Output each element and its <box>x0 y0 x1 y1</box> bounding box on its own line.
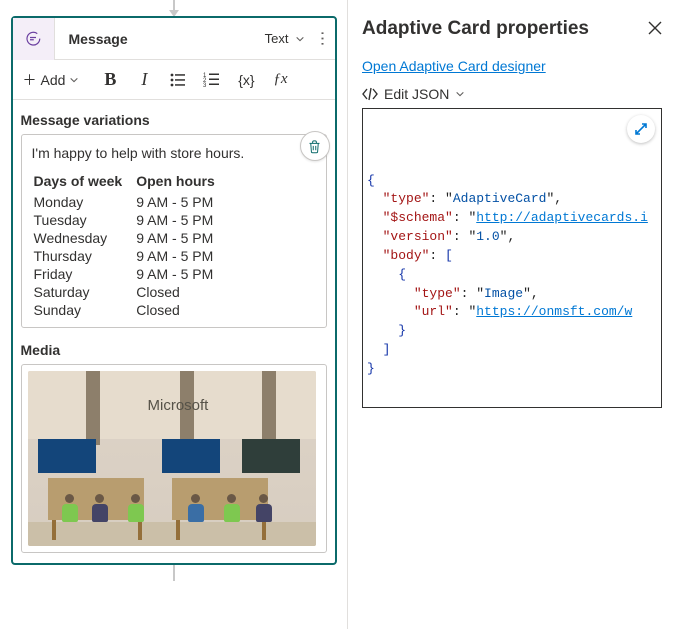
cell-day: Tuesday <box>32 211 135 229</box>
cell-hours: Closed <box>134 283 227 301</box>
flow-connector <box>173 565 175 581</box>
cell-day: Sunday <box>32 301 135 319</box>
table-row: Monday9 AM - 5 PM <box>32 193 227 211</box>
expand-icon <box>634 122 648 136</box>
cell-day: Friday <box>32 265 135 283</box>
more-menu-button[interactable]: ⋯ <box>311 29 335 49</box>
format-dropdown[interactable]: Text <box>265 31 311 46</box>
table-row: Wednesday9 AM - 5 PM <box>32 229 227 247</box>
col-day: Days of week <box>32 171 135 193</box>
italic-button[interactable]: I <box>127 64 161 96</box>
media-image: Microsoft <box>28 371 316 546</box>
svg-text:3: 3 <box>203 83 207 89</box>
cell-hours: 9 AM - 5 PM <box>134 265 227 283</box>
bold-button[interactable]: B <box>93 64 127 96</box>
flow-connector <box>173 0 175 10</box>
cell-hours: 9 AM - 5 PM <box>134 211 227 229</box>
code-icon <box>362 87 378 101</box>
bullet-list-icon <box>169 71 187 89</box>
cell-hours: 9 AM - 5 PM <box>134 229 227 247</box>
cell-day: Wednesday <box>32 229 135 247</box>
json-content: { "type": "AdaptiveCard", "$schema": "ht… <box>367 172 657 379</box>
card-title: Message <box>55 31 265 47</box>
message-card: Message Text ⋯ ＋ Add B I 123 {x} ƒx <box>11 16 337 565</box>
close-icon <box>648 21 662 35</box>
table-row: Tuesday9 AM - 5 PM <box>32 211 227 229</box>
hours-table: Days of week Open hours Monday9 AM - 5 P… <box>32 171 227 319</box>
delete-variation-button[interactable] <box>300 131 330 161</box>
properties-pane: Adaptive Card properties Open Adaptive C… <box>347 0 676 629</box>
variation-card[interactable]: I'm happy to help with store hours. Days… <box>21 134 327 328</box>
edit-json-label: Edit JSON <box>384 86 449 102</box>
table-row: SundayClosed <box>32 301 227 319</box>
col-hours: Open hours <box>134 171 227 193</box>
cell-day: Thursday <box>32 247 135 265</box>
numbered-list-icon: 123 <box>203 71 221 89</box>
add-button[interactable]: ＋ Add <box>17 66 86 94</box>
format-value: Text <box>265 31 289 46</box>
expression-button[interactable]: ƒx <box>263 64 297 96</box>
message-icon <box>13 18 55 60</box>
cell-hours: 9 AM - 5 PM <box>134 193 227 211</box>
cell-hours: 9 AM - 5 PM <box>134 247 227 265</box>
variable-button[interactable]: {x} <box>229 64 263 96</box>
plus-icon: ＋ <box>23 70 37 90</box>
cell-hours: Closed <box>134 301 227 319</box>
table-row: SaturdayClosed <box>32 283 227 301</box>
media-heading: Media <box>21 342 327 358</box>
add-label: Add <box>41 72 66 88</box>
media-card[interactable]: Microsoft <box>21 364 327 553</box>
toolbar: ＋ Add B I 123 {x} ƒx <box>13 60 335 100</box>
open-designer-link[interactable]: Open Adaptive Card designer <box>362 58 546 74</box>
numbered-list-button[interactable]: 123 <box>195 64 229 96</box>
table-row: Thursday9 AM - 5 PM <box>32 247 227 265</box>
expand-button[interactable] <box>627 115 655 143</box>
json-editor[interactable]: { "type": "AdaptiveCard", "$schema": "ht… <box>362 108 662 408</box>
chevron-down-icon <box>295 34 305 44</box>
variation-intro: I'm happy to help with store hours. <box>32 145 316 161</box>
cell-day: Monday <box>32 193 135 211</box>
brand-logo-text: Microsoft <box>148 397 209 414</box>
variations-heading: Message variations <box>21 112 327 128</box>
card-header: Message Text ⋯ <box>13 18 335 60</box>
chevron-down-icon <box>69 75 79 85</box>
edit-json-dropdown[interactable]: Edit JSON <box>362 86 465 102</box>
cell-day: Saturday <box>32 283 135 301</box>
table-row: Friday9 AM - 5 PM <box>32 265 227 283</box>
close-button[interactable] <box>648 21 662 38</box>
trash-icon <box>307 139 322 154</box>
chevron-down-icon <box>455 89 465 99</box>
pane-title: Adaptive Card properties <box>362 18 589 40</box>
bullet-list-button[interactable] <box>161 64 195 96</box>
